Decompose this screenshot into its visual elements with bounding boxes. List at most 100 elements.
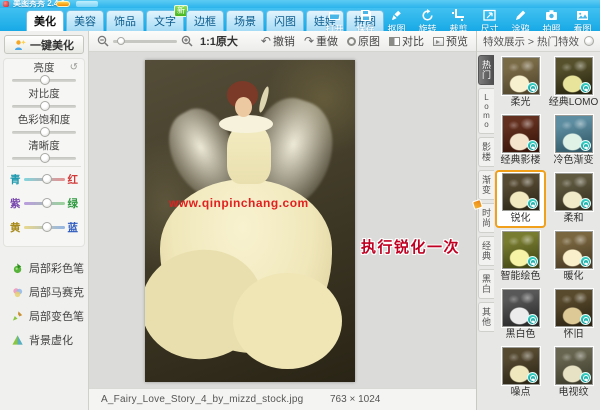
magnifier-badge-icon[interactable]	[527, 82, 538, 93]
magnifier-badge-icon[interactable]	[527, 198, 538, 209]
magnifier-badge-icon[interactable]	[580, 198, 591, 209]
contrast-label: 对比度	[10, 88, 78, 101]
effect-classic-studio[interactable]: 经典影楼	[495, 112, 546, 170]
effect-noise[interactable]: 噪点	[495, 344, 546, 402]
one-key-beautify-button[interactable]: 一键美化	[4, 35, 84, 54]
face	[235, 97, 252, 117]
magnifier-badge-icon[interactable]	[580, 256, 591, 267]
reset-icon[interactable]: ↺	[70, 62, 78, 73]
zoom-slider-knob[interactable]	[117, 37, 125, 45]
effect-tv-lines[interactable]: 电视纹	[548, 344, 599, 402]
cyan-red-left-label: 青	[10, 172, 21, 187]
cyan-red-slider[interactable]	[24, 178, 65, 181]
undo-icon: ↶	[261, 35, 271, 47]
sharpness-slider[interactable]	[12, 157, 76, 160]
tab-cosmetic[interactable]: 美容	[66, 10, 104, 31]
effects-body: 热门 Lomo 影楼渐变时尚经典黑白其他 柔光经典LOMO经典影楼冷色渐变锐化柔和智…	[477, 52, 600, 410]
tab-scene[interactable]: 场景	[226, 10, 264, 31]
effect-cool-gradient[interactable]: 冷色渐变	[548, 112, 599, 170]
magnifier-badge-icon[interactable]	[527, 314, 538, 325]
new-effect-badge-icon	[472, 199, 483, 210]
magnifier-badge-icon[interactable]	[527, 256, 538, 267]
category-tab-lomo[interactable]: Lomo	[478, 88, 494, 134]
magnifier-badge-icon[interactable]	[527, 372, 538, 383]
magnifier-badge-icon[interactable]	[580, 82, 591, 93]
contrast-slider-knob[interactable]	[40, 101, 50, 111]
canvas-column: 1:1原大 ↶撤销 ↷重做 原图 对比 预览	[89, 31, 476, 410]
app-window: 美图秀秀 2.4.0 美化美容饰品文字新边框场景闪图娃娃拼图 打开保存抠图旋转裁…	[0, 0, 600, 410]
category-tab-gradient[interactable]: 渐变	[478, 170, 494, 200]
effect-nostalgia[interactable]: 怀旧	[548, 286, 599, 344]
effects-panel: 特效展示 > 热门特效 热门 Lomo 影楼渐变时尚经典黑白其他 柔光经典LOMO经…	[476, 31, 600, 410]
saturation-slider[interactable]	[12, 131, 76, 134]
effect-soft-light[interactable]: 柔光	[495, 54, 546, 112]
color-balance-sliders: 青红紫绿黄蓝	[10, 172, 78, 235]
yellow-blue-slider[interactable]	[24, 226, 65, 229]
effect-category-tabs: 热门 Lomo 影楼渐变时尚经典黑白其他	[478, 55, 495, 332]
contrast-slider[interactable]	[12, 105, 76, 108]
effect-classic-lomo[interactable]: 经典LOMO	[548, 54, 599, 112]
effect-label: 智能绘色	[501, 270, 541, 283]
cyan-red-slider-knob[interactable]	[42, 174, 52, 184]
status-bar: A_Fairy_Love_Story_4_by_mizzd_stock.jpg …	[89, 388, 476, 410]
effect-label: 柔和	[564, 212, 584, 225]
sharpness-slider-knob[interactable]	[40, 153, 50, 163]
tool-label: 局部马赛克	[29, 284, 84, 300]
zoom-slider[interactable]	[113, 40, 177, 43]
preview-button[interactable]: 预览	[433, 33, 468, 49]
magnifier-badge-icon[interactable]	[580, 314, 591, 325]
edited-photo: www.qinpinchang.com	[145, 60, 355, 382]
canvas-toolbar: 1:1原大 ↶撤销 ↷重做 原图 对比 预览	[89, 31, 476, 52]
purple-green-slider[interactable]	[24, 202, 65, 205]
purple-green-slider-knob[interactable]	[42, 198, 52, 208]
effect-sharpen[interactable]: 锐化	[495, 170, 546, 228]
effect-thumbnail	[555, 173, 593, 211]
local-color-pen-button[interactable]: 局部彩色笔	[0, 256, 88, 280]
cyan-red-slider-row: 青红	[10, 172, 78, 187]
magnifier-badge-icon[interactable]	[580, 140, 591, 151]
yellow-blue-slider-knob[interactable]	[42, 222, 52, 232]
saturation-slider-knob[interactable]	[40, 127, 50, 137]
background-blur-button[interactable]: 背景虚化	[0, 328, 88, 352]
tab-text[interactable]: 文字新	[146, 10, 184, 31]
magnifier-badge-icon[interactable]	[527, 140, 538, 151]
effect-thumbnail	[555, 57, 593, 95]
compare-button[interactable]: 对比	[389, 33, 424, 49]
category-tab-fashion[interactable]: 时尚	[478, 203, 494, 233]
local-tools-list: 局部彩色笔局部马赛克局部变色笔背景虚化	[0, 256, 88, 352]
effect-warming[interactable]: 暖化	[548, 228, 599, 286]
brightness-slider-knob[interactable]	[40, 75, 50, 85]
effects-header: 特效展示 > 热门特效	[477, 31, 600, 52]
tab-flash-pic[interactable]: 闪图	[266, 10, 304, 31]
effect-smart-color[interactable]: 智能绘色	[495, 228, 546, 286]
category-tab-studio[interactable]: 影楼	[478, 137, 494, 167]
category-tab-other[interactable]: 其他	[478, 302, 494, 332]
magnifier-badge-icon[interactable]	[580, 372, 591, 383]
effects-breadcrumb: 特效展示 > 热门特效	[483, 34, 579, 49]
undo-button[interactable]: ↶撤销	[261, 33, 295, 49]
actual-size-button[interactable]: 1:1原大	[200, 33, 238, 49]
tab-accessories[interactable]: 饰品	[106, 10, 144, 31]
category-tab-classic[interactable]: 经典	[478, 236, 494, 266]
zoom-out-icon[interactable]	[97, 35, 109, 47]
effect-black-white[interactable]: 黑白色	[495, 286, 546, 344]
tab-beautify[interactable]: 美化	[26, 10, 64, 31]
effect-soften[interactable]: 柔和	[548, 170, 599, 228]
color-pen-icon	[12, 262, 24, 274]
original-circle-icon	[347, 37, 356, 46]
effect-thumbnail	[502, 347, 540, 385]
category-tab-black-white[interactable]: 黑白	[478, 269, 494, 299]
effect-label: 经典LOMO	[549, 96, 598, 109]
local-mosaic-button[interactable]: 局部马赛克	[0, 280, 88, 304]
local-tint-pen-button[interactable]: 局部变色笔	[0, 304, 88, 328]
redo-button[interactable]: ↷重做	[304, 33, 338, 49]
zoom-in-icon[interactable]	[181, 35, 193, 47]
brightness-slider[interactable]	[12, 79, 76, 82]
title-bar: 美图秀秀 2.4.0	[0, 0, 600, 8]
cutout-pen-icon	[390, 9, 403, 21]
panel-collapse-icon[interactable]	[584, 36, 594, 46]
main-area: 一键美化 亮度↺对比度色彩饱和度清晰度 青红紫绿黄蓝 局部彩色笔局部马赛克局部变…	[0, 31, 600, 410]
original-button[interactable]: 原图	[347, 33, 380, 49]
tab-frame[interactable]: 边框	[186, 10, 224, 31]
category-tab-hot[interactable]: 热门	[478, 55, 494, 85]
